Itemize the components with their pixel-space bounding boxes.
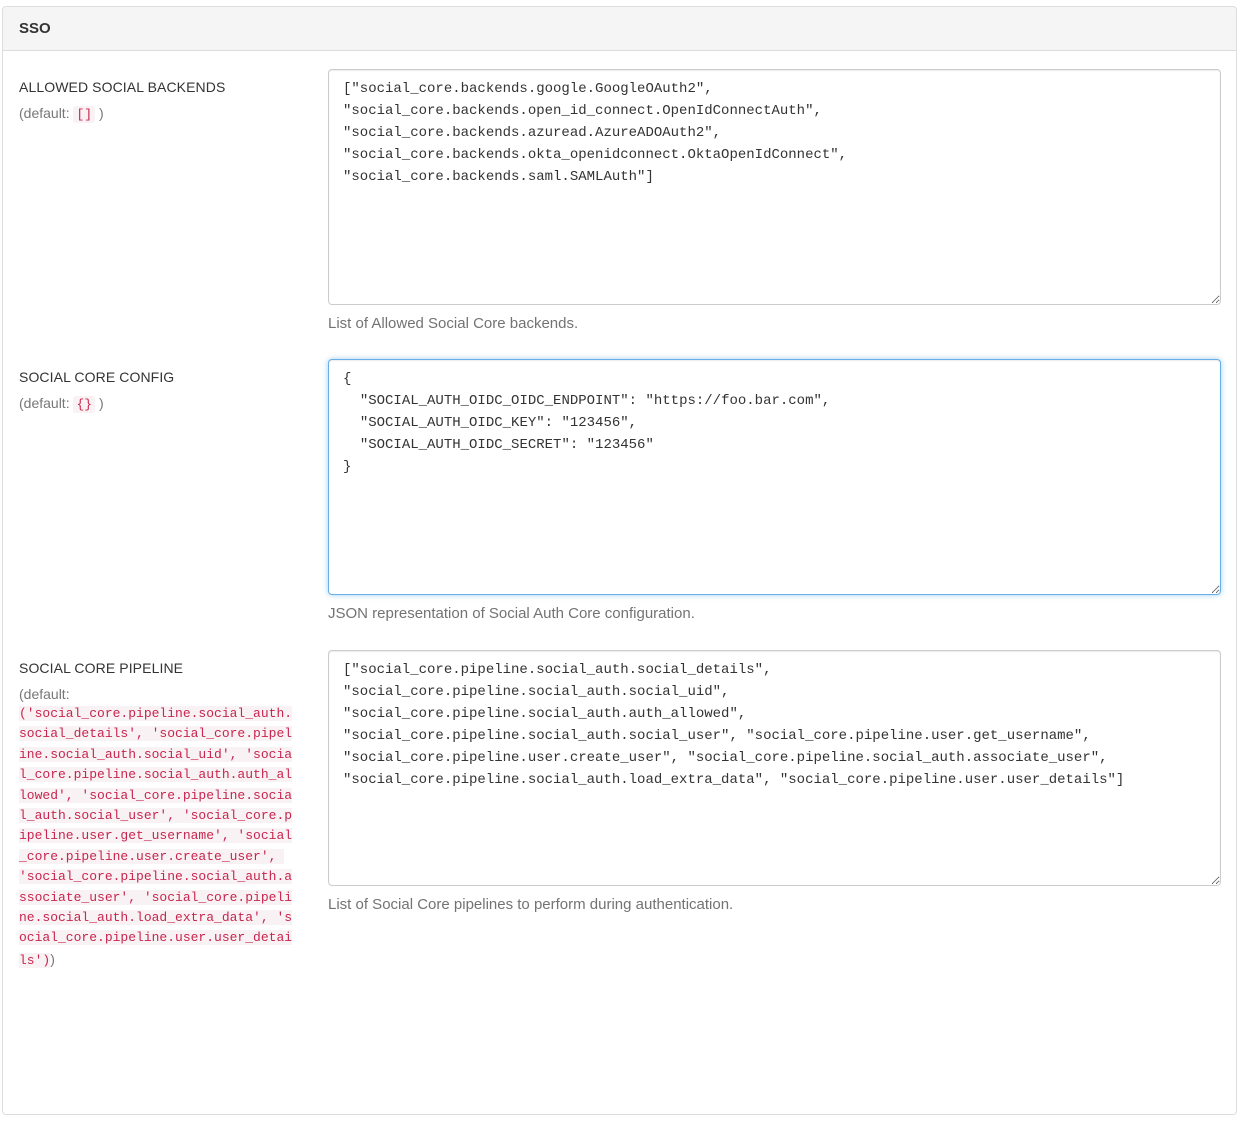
default-value-line: (default: xyxy=(19,684,297,704)
default-value: [] xyxy=(73,106,96,123)
help-text: JSON representation of Social Auth Core … xyxy=(328,605,695,622)
default-value: {} xyxy=(73,396,96,413)
default-value-block: ('social_core.pipeline.social_auth.socia… xyxy=(19,704,297,971)
default-prefix: (default: xyxy=(19,105,74,121)
help-text: List of Social Core pipelines to perform… xyxy=(328,896,734,913)
default-prefix: (default: xyxy=(19,395,74,411)
default-suffix: ) xyxy=(98,105,104,121)
sso-settings-panel: SSO ALLOWED SOCIAL BACKENDS (default: []… xyxy=(2,6,1237,1115)
setting-name: ALLOWED SOCIAL BACKENDS xyxy=(19,79,226,95)
setting-name: SOCIAL CORE CONFIG xyxy=(19,369,175,385)
default-suffix: ) xyxy=(50,950,55,967)
allowed-social-backends-textarea[interactable] xyxy=(328,69,1221,305)
social-core-config-textarea[interactable] xyxy=(328,359,1221,595)
setting-name: SOCIAL CORE PIPELINE xyxy=(19,660,184,676)
social-core-pipeline-textarea[interactable] xyxy=(328,650,1221,886)
default-value-line: (default: {} ) xyxy=(19,393,297,415)
default-suffix: ) xyxy=(98,395,104,411)
default-value: ('social_core.pipeline.social_auth.socia… xyxy=(19,706,293,968)
default-prefix: (default: xyxy=(19,686,70,702)
help-text: List of Allowed Social Core backends. xyxy=(328,315,579,332)
default-value-line: (default: [] ) xyxy=(19,103,297,125)
panel-title: SSO xyxy=(3,7,1236,51)
